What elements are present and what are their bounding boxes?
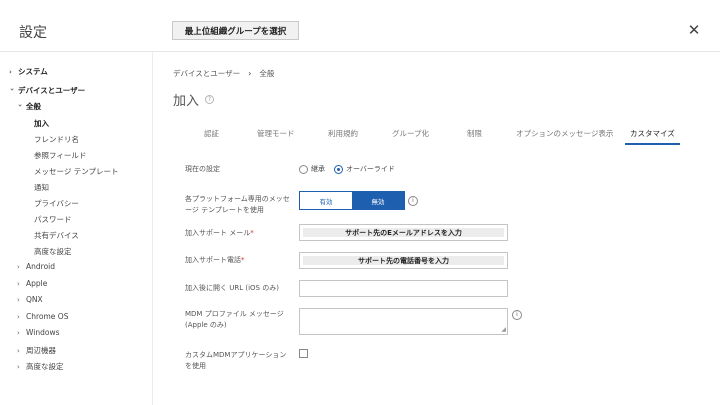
chevron-right-icon: › bbox=[17, 312, 20, 321]
label-line: カスタムMDMアプリケーション bbox=[185, 351, 287, 359]
help-icon[interactable]: ? bbox=[205, 95, 215, 104]
chevron-down-icon: › bbox=[16, 103, 24, 107]
sidebar-item-advanced[interactable]: › 高度な設定 bbox=[17, 361, 64, 372]
sidebar-item-advanced-general[interactable]: 高度な設定 bbox=[34, 246, 72, 257]
sidebar-item-devices-users[interactable]: › デバイスとユーザー bbox=[8, 85, 86, 96]
custom-mdm-app-label: カスタムMDMアプリケーション を使用 bbox=[185, 350, 286, 372]
sidebar-item-lookup-fields[interactable]: 参照フィールド bbox=[34, 150, 86, 161]
breadcrumb-parent-link[interactable]: デバイスとユーザー bbox=[173, 68, 240, 79]
info-icon[interactable]: i bbox=[408, 196, 418, 206]
mdm-profile-message-textarea[interactable]: ◢ bbox=[299, 308, 508, 335]
post-enrollment-url-label: 加入後に開く URL (iOS のみ) bbox=[185, 284, 279, 292]
sidebar-item-apple[interactable]: › Apple bbox=[17, 279, 47, 288]
chevron-right-icon: › bbox=[17, 328, 20, 337]
chevron-right-icon: › bbox=[17, 295, 20, 304]
tab-customization[interactable]: カスタマイズ bbox=[625, 128, 680, 145]
sidebar-item-label: QNX bbox=[26, 295, 43, 304]
disabled-option[interactable]: 無効 bbox=[352, 192, 404, 209]
sidebar-item-system[interactable]: › システム bbox=[9, 66, 48, 77]
support-email-input[interactable]: サポート先のEメールアドレスを入力 bbox=[299, 224, 508, 241]
label-text: 加入サポート電話 bbox=[185, 256, 241, 264]
sidebar-item-friendly-name[interactable]: フレンドリ名 bbox=[34, 134, 79, 145]
support-phone-label: 加入サポート電話* bbox=[185, 255, 245, 266]
label-line: を使用 bbox=[185, 362, 206, 370]
page-header-title: 設定 bbox=[19, 25, 47, 41]
main-content: デバイスとユーザー › 全般 加入 ? 認証 管理モード 利用規約 グループ化 … bbox=[153, 52, 720, 405]
sidebar-item-label: Chrome OS bbox=[26, 312, 69, 321]
support-phone-input[interactable]: サポート先の電話番号を入力 bbox=[299, 252, 508, 269]
override-radio[interactable] bbox=[334, 164, 343, 174]
sidebar-item-label: 周辺機器 bbox=[26, 346, 56, 355]
resize-handle-icon[interactable]: ◢ bbox=[501, 327, 506, 333]
sidebar-item-message-template[interactable]: メッセージ テンプレート bbox=[34, 166, 119, 177]
mdm-profile-message-label: MDM プロファイル メッセージ (Apple のみ) bbox=[185, 309, 284, 331]
chevron-right-icon: › bbox=[17, 279, 20, 288]
chevron-right-icon: › bbox=[17, 346, 20, 355]
support-email-label: 加入サポート メール* bbox=[185, 228, 254, 239]
current-setting-label: 現在の設定 bbox=[185, 165, 220, 173]
tab-terms-of-use[interactable]: 利用規約 bbox=[328, 128, 358, 139]
sidebar-item-privacy[interactable]: プライバシー bbox=[34, 198, 79, 209]
sidebar-item-password[interactable]: パスワード bbox=[34, 214, 72, 225]
sidebar-item-chrome-os[interactable]: › Chrome OS bbox=[17, 312, 68, 321]
sidebar-item-label: デバイスとユーザー bbox=[18, 86, 86, 95]
chevron-down-icon: › bbox=[8, 87, 16, 91]
info-icon[interactable]: i bbox=[512, 310, 522, 320]
sidebar-item-windows[interactable]: › Windows bbox=[17, 328, 59, 337]
enabled-option[interactable]: 有効 bbox=[300, 192, 352, 209]
sidebar-item-general[interactable]: › 全般 bbox=[16, 101, 41, 112]
label-line: 各プラットフォーム専用のメッセ bbox=[185, 195, 290, 203]
custom-mdm-app-checkbox[interactable] bbox=[299, 349, 308, 358]
tab-grouping[interactable]: グループ化 bbox=[392, 128, 429, 139]
chevron-right-icon: › bbox=[17, 362, 20, 371]
required-mark: * bbox=[250, 229, 254, 237]
post-enrollment-url-input[interactable] bbox=[299, 280, 508, 297]
chevron-right-icon: › bbox=[9, 67, 12, 76]
sidebar-item-label: 高度な設定 bbox=[26, 362, 64, 371]
tab-bar: 認証 管理モード 利用規約 グループ化 制限 オプションのメッセージ表示 カスタ… bbox=[153, 126, 720, 145]
label-line: ージ テンプレートを使用 bbox=[185, 206, 264, 214]
tab-optional-prompt[interactable]: オプションのメッセージ表示 bbox=[516, 128, 613, 139]
sidebar-item-label: Apple bbox=[26, 279, 48, 288]
inherit-radio-label: 継承 bbox=[311, 165, 325, 173]
sidebar-item-notifications[interactable]: 通知 bbox=[34, 182, 49, 193]
page-title-text: 加入 bbox=[173, 94, 200, 109]
label-line: (Apple のみ) bbox=[185, 321, 227, 329]
sidebar-item-qnx[interactable]: › QNX bbox=[17, 295, 43, 304]
tab-restrictions[interactable]: 制限 bbox=[467, 128, 482, 139]
required-mark: * bbox=[241, 256, 245, 264]
sidebar-item-shared-device[interactable]: 共有デバイス bbox=[34, 230, 79, 241]
support-phone-value: サポート先の電話番号を入力 bbox=[303, 256, 504, 265]
current-setting-radio-group: 継承 オーバーライド bbox=[299, 164, 395, 174]
override-radio-label: オーバーライド bbox=[346, 165, 395, 173]
label-text: 加入サポート メール bbox=[185, 229, 251, 237]
page-title: 加入 ? bbox=[173, 90, 215, 109]
sidebar-item-label: Android bbox=[26, 262, 55, 271]
sidebar-item-label: Windows bbox=[26, 328, 60, 337]
sidebar-item-label: 全般 bbox=[26, 102, 41, 111]
tab-management-mode[interactable]: 管理モード bbox=[257, 128, 295, 139]
top-bar: 設定 最上位組織グループを選択 ✕ bbox=[0, 0, 720, 52]
sidebar-item-enrollment[interactable]: 加入 bbox=[34, 118, 49, 129]
sidebar: › システム › デバイスとユーザー › 全般 加入 フレンドリ名 参照フィール… bbox=[0, 52, 153, 405]
label-line: MDM プロファイル メッセージ bbox=[185, 310, 284, 318]
platform-template-toggle[interactable]: 有効 無効 bbox=[299, 191, 405, 210]
breadcrumb-separator-icon: › bbox=[248, 69, 252, 78]
inherit-radio[interactable] bbox=[299, 164, 308, 174]
platform-template-label: 各プラットフォーム専用のメッセ ージ テンプレートを使用 bbox=[185, 194, 290, 216]
breadcrumb-current: 全般 bbox=[259, 69, 275, 78]
breadcrumb: デバイスとユーザー › 全般 bbox=[173, 68, 274, 79]
close-icon[interactable]: ✕ bbox=[686, 22, 702, 38]
sidebar-item-peripherals[interactable]: › 周辺機器 bbox=[17, 345, 56, 356]
chevron-right-icon: › bbox=[17, 262, 20, 271]
sidebar-item-label: システム bbox=[18, 67, 48, 76]
org-group-selector-button[interactable]: 最上位組織グループを選択 bbox=[172, 21, 299, 40]
tab-authentication[interactable]: 認証 bbox=[204, 128, 219, 139]
sidebar-item-android[interactable]: › Android bbox=[17, 262, 55, 271]
support-email-value: サポート先のEメールアドレスを入力 bbox=[303, 228, 504, 237]
